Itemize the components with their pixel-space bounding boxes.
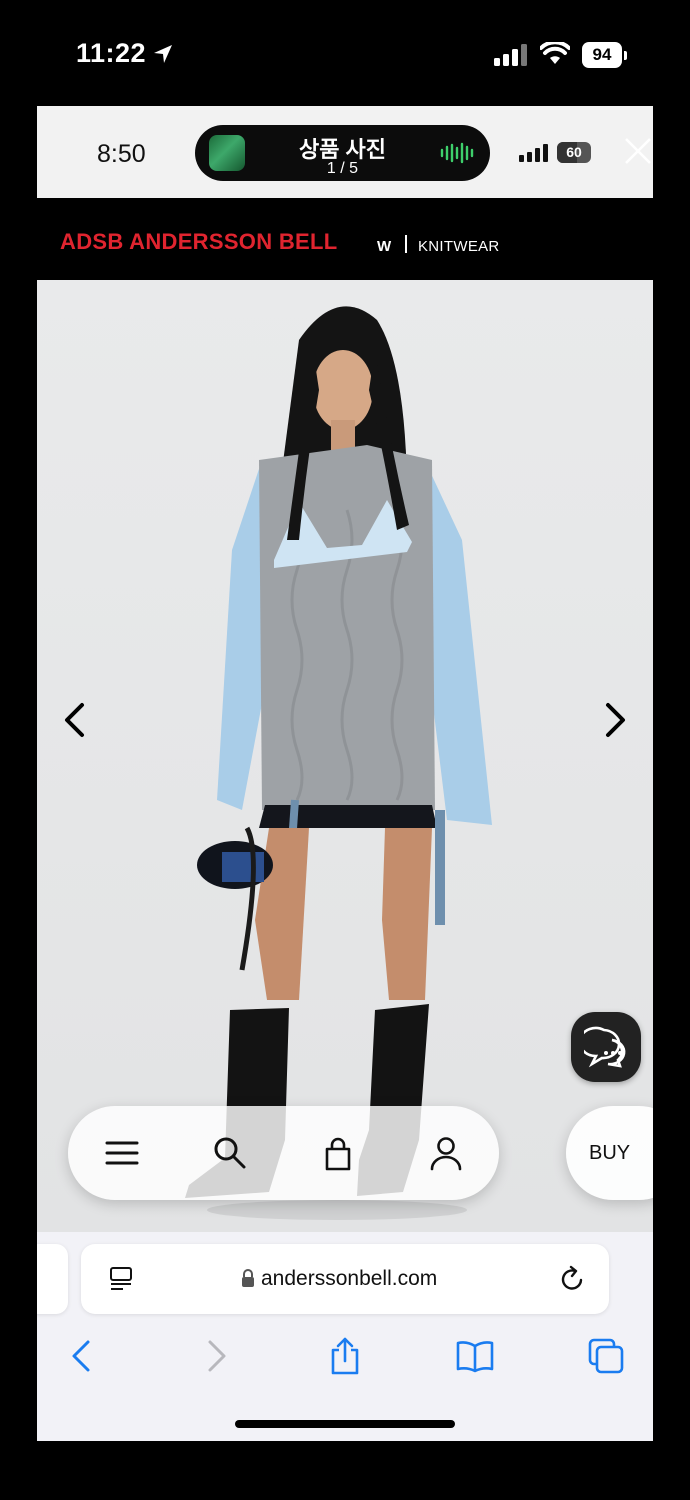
site-header: ADSB ANDERSSON BELL W KNITWEAR [37, 198, 653, 280]
previous-tab-preview[interactable] [37, 1244, 68, 1314]
chevron-left-icon[interactable] [55, 695, 95, 745]
category-label[interactable]: KNITWEAR [418, 238, 500, 255]
wifi-icon [540, 42, 570, 64]
buy-button[interactable]: BUY [566, 1106, 653, 1200]
inner-status-time: 8:50 [97, 140, 146, 168]
bookmarks-icon[interactable] [455, 1336, 495, 1376]
close-icon[interactable] [623, 136, 653, 166]
chevron-right-icon[interactable] [595, 695, 635, 745]
location-arrow-icon [154, 45, 172, 63]
inner-screenshot: 8:50 상품 사진 1 / 5 60 ADSB ANDERSSON BELL … [37, 106, 653, 1441]
menu-icon[interactable] [102, 1133, 142, 1173]
tabs-icon[interactable] [586, 1336, 626, 1376]
forward-icon[interactable] [195, 1336, 235, 1376]
inner-status-bar: 8:50 상품 사진 1 / 5 60 [37, 106, 653, 198]
browser-toolbar: anderssonbell.com [37, 1232, 653, 1441]
reload-icon[interactable] [559, 1264, 587, 1294]
lock-icon [242, 1269, 254, 1287]
account-icon[interactable] [426, 1133, 466, 1173]
share-icon[interactable] [325, 1336, 365, 1376]
gender-label[interactable]: W [377, 238, 391, 255]
bottom-nav [68, 1106, 499, 1200]
home-indicator [235, 1420, 455, 1428]
header-divider [405, 235, 407, 253]
status-time: 11:22 [76, 38, 147, 68]
address-bar[interactable]: anderssonbell.com [81, 1244, 609, 1314]
url-text: anderssonbell.com [261, 1267, 438, 1290]
dynamic-island[interactable]: 상품 사진 1 / 5 [195, 125, 490, 181]
reader-mode-icon[interactable] [107, 1265, 135, 1293]
inner-battery-level: 60 [566, 144, 582, 160]
battery-indicator: 94 [582, 42, 628, 68]
back-icon[interactable] [63, 1336, 103, 1376]
cellular-signal-icon [494, 44, 527, 66]
brand-logo[interactable]: ADSB ANDERSSON BELL [60, 229, 337, 255]
audio-waveform-icon [440, 142, 474, 164]
search-icon[interactable] [210, 1133, 250, 1173]
product-photo[interactable] [37, 280, 653, 1232]
bag-icon[interactable] [318, 1133, 358, 1173]
inner-signal-icon [519, 144, 548, 162]
model-figure [185, 306, 492, 1220]
inner-battery-indicator: 60 [557, 142, 597, 164]
battery-level: 94 [582, 42, 622, 68]
chat-button[interactable] [571, 1012, 641, 1082]
chat-bubble-icon [584, 1026, 626, 1068]
